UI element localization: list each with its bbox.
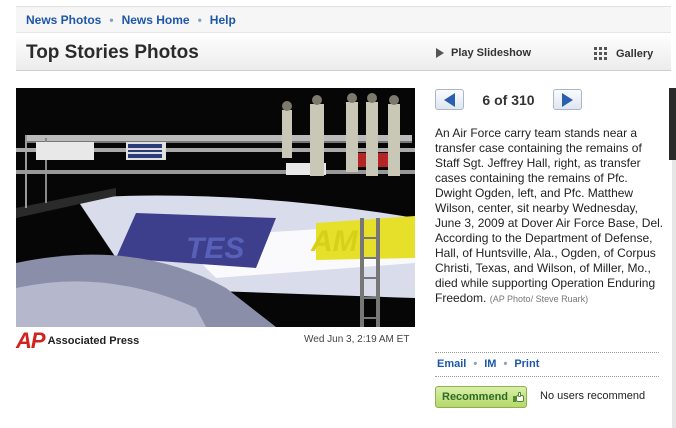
nav-separator: • xyxy=(197,12,202,27)
svg-text:TES: TES xyxy=(186,232,244,265)
share-actions: Email • IM • Print xyxy=(437,358,539,370)
recommend-button[interactable]: Recommend xyxy=(435,386,527,408)
arrow-right-icon xyxy=(562,92,573,107)
photo-caption: An Air Force carry team stands near a tr… xyxy=(435,126,665,307)
play-icon xyxy=(436,48,444,58)
next-photo-thumbnail-edge xyxy=(669,88,676,160)
nav-separator: • xyxy=(109,12,114,27)
previous-photo-button[interactable] xyxy=(435,89,464,110)
gallery-label: Gallery xyxy=(616,47,654,60)
divider xyxy=(435,352,659,353)
ap-logo: AP Associated Press xyxy=(16,330,139,352)
source-name: Associated Press xyxy=(47,335,140,347)
thumbs-up-icon xyxy=(513,392,525,402)
news-photo[interactable]: TES AM xyxy=(16,88,415,327)
page-title: Top Stories Photos xyxy=(26,42,199,63)
grid-icon xyxy=(594,47,607,60)
action-separator: • xyxy=(473,358,478,370)
action-separator: • xyxy=(503,358,508,370)
im-link[interactable]: IM xyxy=(484,358,496,370)
photo-timestamp: Wed Jun 3, 2:19 AM ET xyxy=(304,334,410,345)
print-link[interactable]: Print xyxy=(514,358,539,370)
play-slideshow-button[interactable]: Play Slideshow xyxy=(436,47,531,59)
title-bar: Top Stories Photos Play Slideshow Galler… xyxy=(16,36,671,71)
news-photo-image: TES AM xyxy=(16,88,415,327)
nav-link-news-photos[interactable]: News Photos xyxy=(26,13,101,27)
next-photo-button[interactable] xyxy=(553,89,582,110)
svg-text:AM: AM xyxy=(310,225,359,258)
photo-credit: (AP Photo/ Steve Ruark) xyxy=(489,294,589,304)
recommend-label: Recommend xyxy=(442,391,509,403)
nav-link-news-home[interactable]: News Home xyxy=(122,13,190,27)
play-slideshow-label: Play Slideshow xyxy=(451,47,532,59)
email-link[interactable]: Email xyxy=(437,358,466,370)
gallery-button[interactable]: Gallery xyxy=(594,47,653,60)
scrollbar[interactable] xyxy=(672,160,676,428)
caption-text: An Air Force carry team stands near a tr… xyxy=(435,126,664,305)
divider xyxy=(435,376,659,377)
ap-logo-mark: AP xyxy=(16,328,46,353)
nav-link-help[interactable]: Help xyxy=(210,13,236,27)
top-nav: News Photos • News Home • Help xyxy=(16,6,671,33)
photo-pager: 6 of 310 xyxy=(435,89,582,110)
arrow-left-icon xyxy=(444,92,455,107)
photo-counter: 6 of 310 xyxy=(482,91,535,108)
recommend-status: No users recommend xyxy=(540,390,646,402)
